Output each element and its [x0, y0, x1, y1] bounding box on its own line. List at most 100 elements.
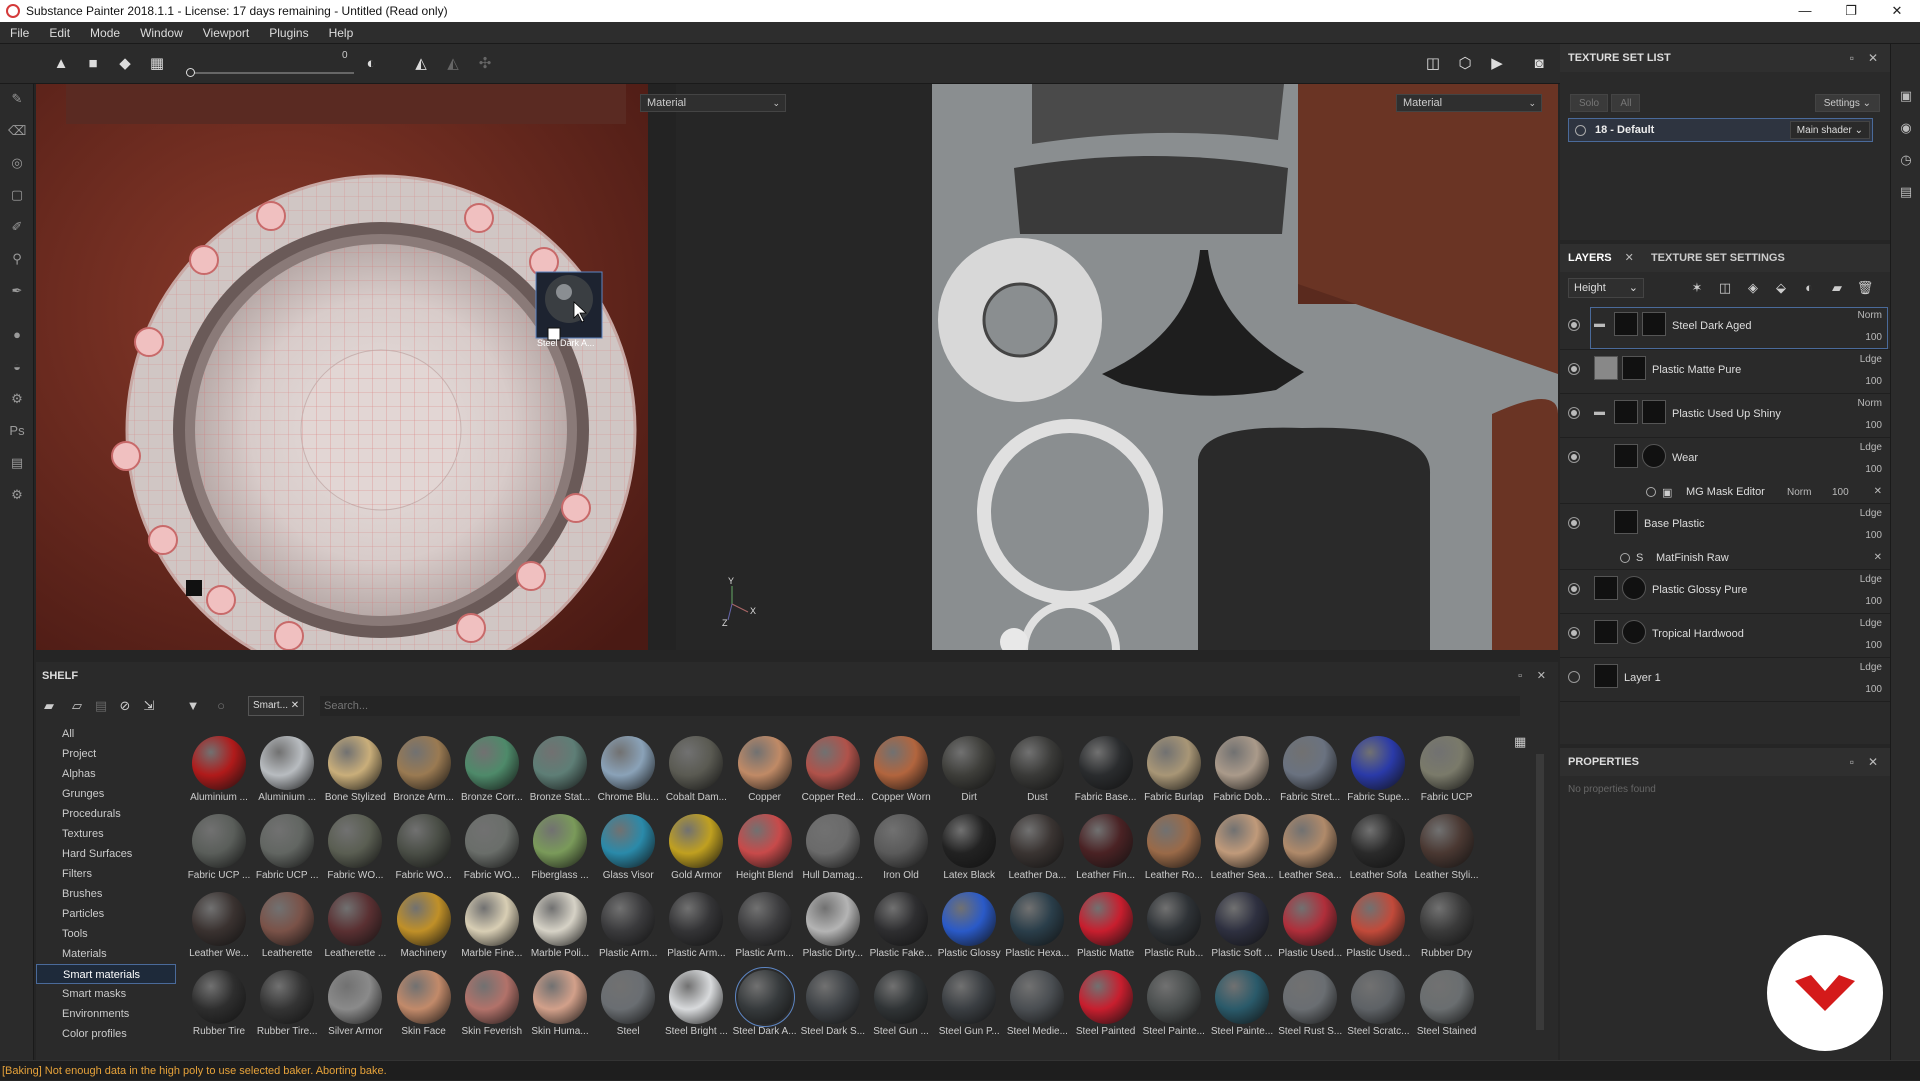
triangle-icon[interactable]: ▲	[52, 55, 70, 73]
clone-icon[interactable]: ⚲	[8, 250, 26, 268]
shelf-category-item[interactable]: All	[36, 724, 176, 744]
float-panel-icon[interactable]: ▫	[1850, 748, 1854, 776]
settings-icon[interactable]: ⚙	[8, 390, 26, 408]
filter-tag[interactable]: Smart... ✕	[248, 696, 305, 716]
history-icon[interactable]: ◷	[1898, 152, 1914, 168]
add-mask-icon[interactable]: ◫	[1716, 279, 1734, 297]
material-item[interactable]: Skin Huma...	[523, 966, 589, 1044]
blend-mode[interactable]: Norm	[1858, 310, 1882, 321]
shelf-search-input[interactable]	[320, 696, 1520, 716]
blend-mode[interactable]: Ldge	[1860, 354, 1882, 365]
opacity-value[interactable]: 100	[1865, 376, 1882, 387]
material-item[interactable]: Leather Sea...	[1273, 810, 1342, 888]
channel-select[interactable]: Height ⌄	[1568, 278, 1644, 298]
material-item[interactable]: Plastic Soft ...	[1205, 888, 1273, 966]
opacity-value[interactable]: 100	[1865, 464, 1882, 475]
maximize-button[interactable]: ❐	[1828, 0, 1874, 22]
mask-editor-opacity[interactable]: 100	[1832, 487, 1849, 498]
material-item[interactable]: Bronze Corr...	[455, 732, 523, 810]
square-icon[interactable]: ■	[84, 55, 102, 73]
opacity-value[interactable]: 100	[1865, 420, 1882, 431]
material-item[interactable]: Steel Gun ...	[864, 966, 930, 1044]
settings-button[interactable]: Settings ⌄	[1814, 94, 1880, 112]
shelf-category-item[interactable]: Alphas	[36, 764, 176, 784]
material-picker-icon[interactable]: ●	[8, 326, 26, 344]
material-item[interactable]: Fabric Supe...	[1341, 732, 1410, 810]
layer-row[interactable]: Base Plastic Ldge 100 S MatFinish Raw ✕	[1560, 504, 1890, 570]
new-item-icon[interactable]: ▱	[68, 697, 86, 715]
add-fill-layer-icon[interactable]: ⬙	[1772, 279, 1790, 297]
material-item[interactable]: Iron Old	[864, 810, 930, 888]
float-panel-icon[interactable]: ▫	[1850, 44, 1854, 72]
mirror-icon[interactable]: ◭	[444, 55, 462, 73]
material-item[interactable]: Bronze Arm...	[387, 732, 454, 810]
blend-mode[interactable]: Ldge	[1860, 662, 1882, 673]
gear-icon[interactable]: ⚙	[8, 486, 26, 504]
texture-set-visible-icon[interactable]	[1575, 125, 1586, 136]
viewport-3d[interactable]: Material ⌄ Steel Dark A... Y X Z	[36, 84, 931, 650]
eye-icon[interactable]	[1568, 319, 1580, 331]
shelf-category-item[interactable]: Materials	[36, 944, 176, 964]
shelf-category-item[interactable]: Smart materials	[36, 964, 176, 984]
library-icon[interactable]: ▤	[92, 697, 110, 715]
material-item[interactable]: Fabric Base...	[1069, 732, 1136, 810]
material-item[interactable]: Fabric WO...	[318, 810, 384, 888]
material-item[interactable]: Bronze Stat...	[523, 732, 590, 810]
opacity-value[interactable]: 100	[1865, 640, 1882, 651]
material-item[interactable]: Steel Gun P...	[932, 966, 1000, 1044]
opacity-value[interactable]: 100	[1865, 596, 1882, 607]
hide-icon[interactable]: ⊘	[116, 697, 134, 715]
shader-select[interactable]: Main shader ⌄	[1789, 121, 1870, 139]
remove-filter-icon[interactable]: ✕	[291, 700, 299, 711]
eye-icon[interactable]	[1568, 583, 1580, 595]
material-item[interactable]: Steel Bright ...	[659, 966, 728, 1044]
close-tab-icon[interactable]: ✕	[1625, 252, 1634, 264]
eye-icon[interactable]	[1568, 517, 1580, 529]
opacity-value[interactable]: 100	[1865, 530, 1882, 541]
camera-icon[interactable]: ▶	[1488, 55, 1506, 73]
material-item[interactable]: Leather Sea...	[1205, 810, 1273, 888]
material-item[interactable]: Marble Poli...	[523, 888, 589, 966]
minimize-button[interactable]: —	[1782, 0, 1828, 22]
material-item[interactable]: Leatherette	[250, 888, 316, 966]
material-item[interactable]: Leather Sofa	[1341, 810, 1407, 888]
material-item[interactable]: Steel Scratc...	[1341, 966, 1410, 1044]
shelf-category-item[interactable]: Project	[36, 744, 176, 764]
shelf-category-item[interactable]: Tools	[36, 924, 176, 944]
close-panel-icon[interactable]: ✕	[1537, 662, 1546, 690]
layer-row[interactable]: Plastic Matte Pure Ldge 100	[1560, 350, 1890, 394]
eye-icon[interactable]	[1568, 671, 1580, 683]
filter-icon[interactable]: ▼	[184, 697, 202, 715]
shelf-category-item[interactable]: Particles	[36, 904, 176, 924]
material-item[interactable]: Aluminium ...	[250, 732, 316, 810]
solo-button[interactable]: Solo	[1570, 94, 1609, 112]
projection-icon[interactable]: ◎	[8, 154, 26, 172]
material-item[interactable]: Bone Stylized	[318, 732, 386, 810]
slider-handle[interactable]	[186, 68, 195, 77]
material-item[interactable]: Hull Damag...	[796, 810, 863, 888]
material-item[interactable]: Cobalt Dam...	[659, 732, 727, 810]
import-icon[interactable]: ⇲	[140, 697, 158, 715]
shelf-category-item[interactable]: Hard Surfaces	[36, 844, 176, 864]
shelf-category-item[interactable]: Environments	[36, 1004, 176, 1024]
shelf-category-item[interactable]: Grunges	[36, 784, 176, 804]
layer-row[interactable]: Layer 1 Ldge 100	[1560, 658, 1890, 702]
mask-generator-row[interactable]: ▣ MG Mask Editor Norm 100 ✕	[1560, 482, 1890, 504]
material-item[interactable]: Plastic Glossy	[932, 888, 1001, 966]
geometry-fill-icon[interactable]: ▢	[8, 186, 26, 204]
material-item[interactable]: Fabric WO...	[387, 810, 453, 888]
material-item[interactable]: Fiberglass ...	[523, 810, 589, 888]
layer-row[interactable]: ▬ Steel Dark Aged Norm 100	[1560, 306, 1890, 350]
material-item[interactable]: Silver Armor	[318, 966, 384, 1044]
material-item[interactable]: Fabric Stret...	[1273, 732, 1340, 810]
material-item[interactable]: Machinery	[387, 888, 453, 966]
filter-row[interactable]: S MatFinish Raw ✕	[1560, 548, 1890, 570]
shelf-category-item[interactable]: Smart masks	[36, 984, 176, 1004]
material-item[interactable]: Plastic Fake...	[864, 888, 932, 966]
material-item[interactable]: Skin Face	[387, 966, 453, 1044]
material-item[interactable]: Height Blend	[728, 810, 794, 888]
menu-viewport[interactable]: Viewport	[193, 26, 259, 40]
blend-mode[interactable]: Ldge	[1860, 442, 1882, 453]
material-item[interactable]: Plastic Dirty...	[796, 888, 863, 966]
display-settings-icon[interactable]: ▣	[1898, 88, 1914, 104]
